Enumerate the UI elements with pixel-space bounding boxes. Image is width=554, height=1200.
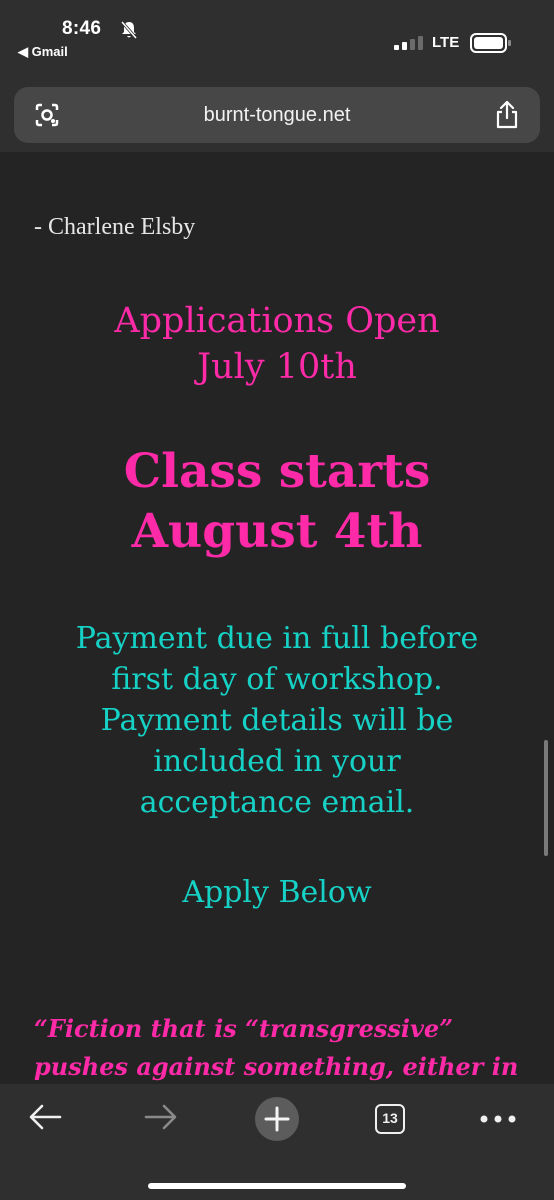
- applications-line: Applications Open: [114, 301, 440, 341]
- url-text[interactable]: burnt-tongue.net: [14, 104, 540, 127]
- author-credit: - Charlene Elsby: [34, 214, 196, 240]
- payment-line: Payment due in full before: [75, 621, 479, 656]
- scrollbar[interactable]: [544, 740, 548, 856]
- applications-date: July 10th: [197, 347, 357, 387]
- share-icon[interactable]: [494, 100, 520, 130]
- apply-below-text: Apply Below: [182, 875, 372, 910]
- payment-line: Payment details will be: [100, 703, 454, 738]
- tabs-icon[interactable]: 13: [375, 1104, 405, 1134]
- back-arrow-icon[interactable]: [28, 1102, 62, 1132]
- battery-icon: [470, 33, 511, 53]
- status-time: 8:46: [62, 18, 102, 39]
- payment-line: acceptance email.: [139, 785, 415, 820]
- payment-info: Payment due in full before first day of …: [0, 618, 554, 823]
- address-bar[interactable]: burnt-tongue.net: [14, 87, 540, 143]
- quote-line: pushes against something, either in: [34, 1052, 519, 1081]
- page-content: - Charlene Elsby Applications Open July …: [0, 152, 554, 1084]
- new-tab-icon[interactable]: [254, 1096, 300, 1142]
- applications-open-heading: Applications Open July 10th: [0, 298, 554, 390]
- class-starts-heading: Class starts August 4th: [0, 442, 554, 562]
- more-icon[interactable]: [480, 1115, 516, 1123]
- class-line: Class starts: [123, 444, 431, 499]
- quote-line: “Fiction that is “transgressive”: [34, 1014, 454, 1043]
- class-date: August 4th: [131, 504, 423, 559]
- payment-line: first day of workshop.: [111, 662, 443, 697]
- payment-line: included in your: [153, 744, 401, 779]
- network-type: LTE: [432, 34, 460, 51]
- bell-slash-icon: [120, 21, 138, 39]
- browser-top-chrome: 8:46 ◀ Gmail LTE burnt-tongue.net: [0, 0, 554, 152]
- quote-block: “Fiction that is “transgressive” pushes …: [34, 1010, 520, 1084]
- back-to-gmail-link[interactable]: ◀ Gmail: [18, 44, 68, 60]
- home-indicator[interactable]: [148, 1183, 406, 1189]
- signal-icon: [394, 36, 423, 50]
- forward-arrow-icon[interactable]: [144, 1102, 178, 1132]
